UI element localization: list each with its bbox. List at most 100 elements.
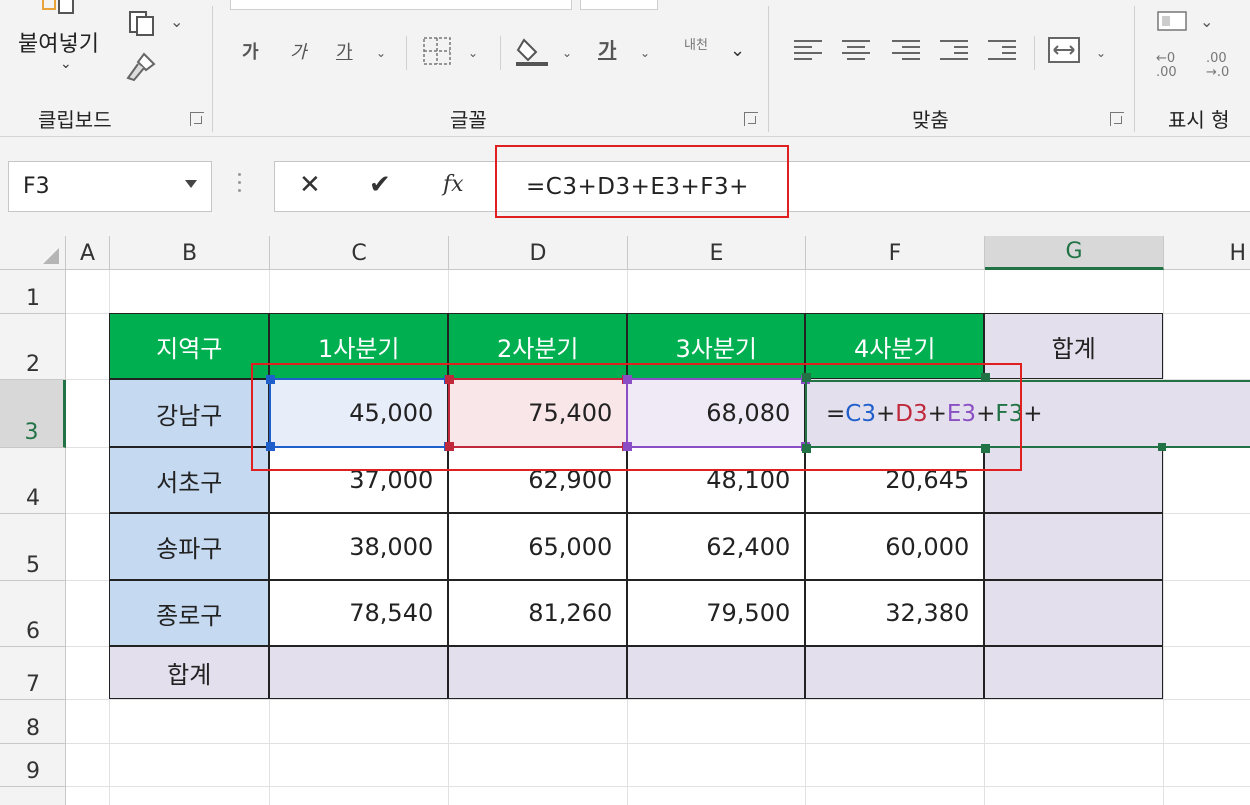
row-header-2[interactable]: 2: [0, 314, 66, 380]
clipboard-group-label: 클립보드: [38, 108, 112, 132]
fill-color-icon[interactable]: [514, 32, 550, 68]
total-cell[interactable]: [805, 646, 985, 700]
font-size-box[interactable]: [580, 0, 658, 10]
value-cell[interactable]: 79,500: [627, 580, 806, 647]
row-header-9[interactable]: 9: [0, 744, 66, 787]
value-cell[interactable]: 60,000: [805, 513, 985, 581]
row-header-8[interactable]: 8: [0, 700, 66, 744]
merge-dropdown-icon[interactable]: ⌄: [1096, 46, 1106, 60]
name-box[interactable]: F3: [8, 161, 212, 212]
group-divider: [212, 6, 213, 132]
column-header-d[interactable]: D: [449, 236, 628, 270]
alignment-group-label: 맞춤: [912, 108, 949, 132]
paste-dropdown-icon[interactable]: ⌄: [60, 56, 72, 72]
column-header-b[interactable]: B: [110, 236, 270, 270]
total-cell[interactable]: [269, 646, 449, 700]
merge-center-icon[interactable]: [1046, 34, 1084, 68]
region-cell[interactable]: 서초구: [109, 447, 270, 514]
total-cell[interactable]: [627, 646, 806, 700]
align-left-icon[interactable]: [794, 36, 822, 64]
name-box-value: F3: [23, 174, 50, 199]
font-name-box[interactable]: [230, 0, 572, 10]
fill-handle-icon[interactable]: [1158, 443, 1166, 451]
alignment-launcher-icon[interactable]: [1110, 112, 1124, 126]
ribbon: 붙여넣기 ⌄ ⌄ 클립보드 가 가 가 ⌄ ⌄ ⌄ 가 ⌄ 내천 ⌄ 글꼴 ⌄ …: [0, 0, 1250, 137]
clipboard-launcher-icon[interactable]: [190, 112, 204, 126]
format-painter-icon[interactable]: [124, 50, 162, 84]
row-header-3[interactable]: 3: [0, 380, 66, 448]
number-group-label: 표시 형: [1168, 108, 1230, 132]
sum-cell[interactable]: [984, 513, 1164, 581]
row-header-6[interactable]: 6: [0, 581, 66, 647]
column-headers: A B C D E F G H: [0, 236, 1250, 270]
total-cell[interactable]: [984, 646, 1164, 700]
value-cell[interactable]: 65,000: [448, 513, 628, 581]
copy-icon[interactable]: [126, 8, 160, 38]
region-cell[interactable]: 강남구: [109, 379, 270, 448]
total-row-label[interactable]: 합계: [109, 646, 270, 700]
value-cell[interactable]: 32,380: [805, 580, 985, 647]
row-header-7[interactable]: 7: [0, 647, 66, 700]
region-cell[interactable]: 송파구: [109, 513, 270, 581]
cancel-icon[interactable]: ✕: [299, 170, 321, 200]
row-header-4[interactable]: 4: [0, 448, 66, 514]
row-header-5[interactable]: 5: [0, 514, 66, 581]
font-launcher-icon[interactable]: [744, 112, 758, 126]
sum-cell[interactable]: [984, 580, 1164, 647]
borders-dropdown-icon[interactable]: ⌄: [468, 46, 478, 60]
italic-button[interactable]: 가: [290, 38, 307, 64]
copy-dropdown-icon[interactable]: ⌄: [170, 12, 183, 31]
formula-bar: F3 ✕ ✔ fx =C3+D3+E3+F3+: [0, 137, 1250, 236]
name-box-dropdown-icon[interactable]: [185, 180, 197, 188]
underline-button[interactable]: 가: [336, 38, 353, 64]
excel-window: 붙여넣기 ⌄ ⌄ 클립보드 가 가 가 ⌄ ⌄ ⌄ 가 ⌄ 내천 ⌄ 글꼴 ⌄ …: [0, 0, 1250, 805]
value-cell[interactable]: 62,400: [627, 513, 806, 581]
paste-clipboard-icon[interactable]: [38, 0, 98, 16]
group-divider: [768, 6, 769, 132]
number-format-icon[interactable]: [1156, 8, 1190, 36]
increase-indent-icon[interactable]: [988, 36, 1016, 64]
row-callout-box: [251, 363, 1022, 471]
align-right-icon[interactable]: [892, 36, 920, 64]
bold-button[interactable]: 가: [242, 38, 259, 64]
font-color-dropdown-icon[interactable]: ⌄: [640, 46, 650, 60]
decrease-indent-icon[interactable]: [940, 36, 968, 64]
formula-bar-grip-icon[interactable]: [238, 173, 242, 197]
enter-check-icon[interactable]: ✔: [369, 170, 391, 200]
column-header-h[interactable]: H: [1164, 236, 1250, 270]
borders-icon[interactable]: [420, 34, 456, 68]
insert-function-icon[interactable]: fx: [443, 172, 464, 197]
header-region[interactable]: 지역구: [109, 313, 270, 380]
font-divider: [406, 36, 407, 70]
align-divider: [1034, 36, 1035, 70]
increase-decimal-icon[interactable]: ←0.00: [1156, 52, 1177, 80]
region-cell[interactable]: 종로구: [109, 580, 270, 647]
row-header-1[interactable]: 1: [0, 270, 66, 314]
phonetic-button[interactable]: 내천: [684, 34, 708, 53]
formula-token-plus: +: [1023, 401, 1043, 427]
phonetic-dropdown-icon[interactable]: ⌄: [730, 40, 745, 61]
value-cell[interactable]: 38,000: [269, 513, 449, 581]
fill-color-dropdown-icon[interactable]: ⌄: [562, 46, 572, 60]
column-header-a[interactable]: A: [66, 236, 110, 270]
row-headers: 1 2 3 4 5 6 7 8 9: [0, 270, 66, 805]
decrease-decimal-icon[interactable]: .00 →.0: [1206, 52, 1229, 80]
number-format-dropdown-icon[interactable]: ⌄: [1200, 12, 1213, 31]
underline-dropdown-icon[interactable]: ⌄: [376, 46, 386, 60]
group-divider: [1134, 6, 1135, 132]
total-cell[interactable]: [448, 646, 628, 700]
formula-tools: ✕ ✔ fx: [274, 161, 494, 212]
column-header-e[interactable]: E: [628, 236, 806, 270]
formula-callout-box: [495, 145, 789, 218]
value-cell[interactable]: 81,260: [448, 580, 628, 647]
value-cell[interactable]: 78,540: [269, 580, 449, 647]
align-center-icon[interactable]: [842, 36, 870, 64]
font-color-button[interactable]: 가: [598, 34, 616, 63]
column-header-g[interactable]: G: [985, 236, 1164, 270]
font-divider-2: [500, 36, 501, 70]
column-header-c[interactable]: C: [270, 236, 449, 270]
font-group-label: 글꼴: [450, 108, 487, 132]
column-header-f[interactable]: F: [806, 236, 985, 270]
select-all-button[interactable]: [0, 236, 66, 270]
paste-button[interactable]: 붙여넣기: [18, 26, 99, 58]
